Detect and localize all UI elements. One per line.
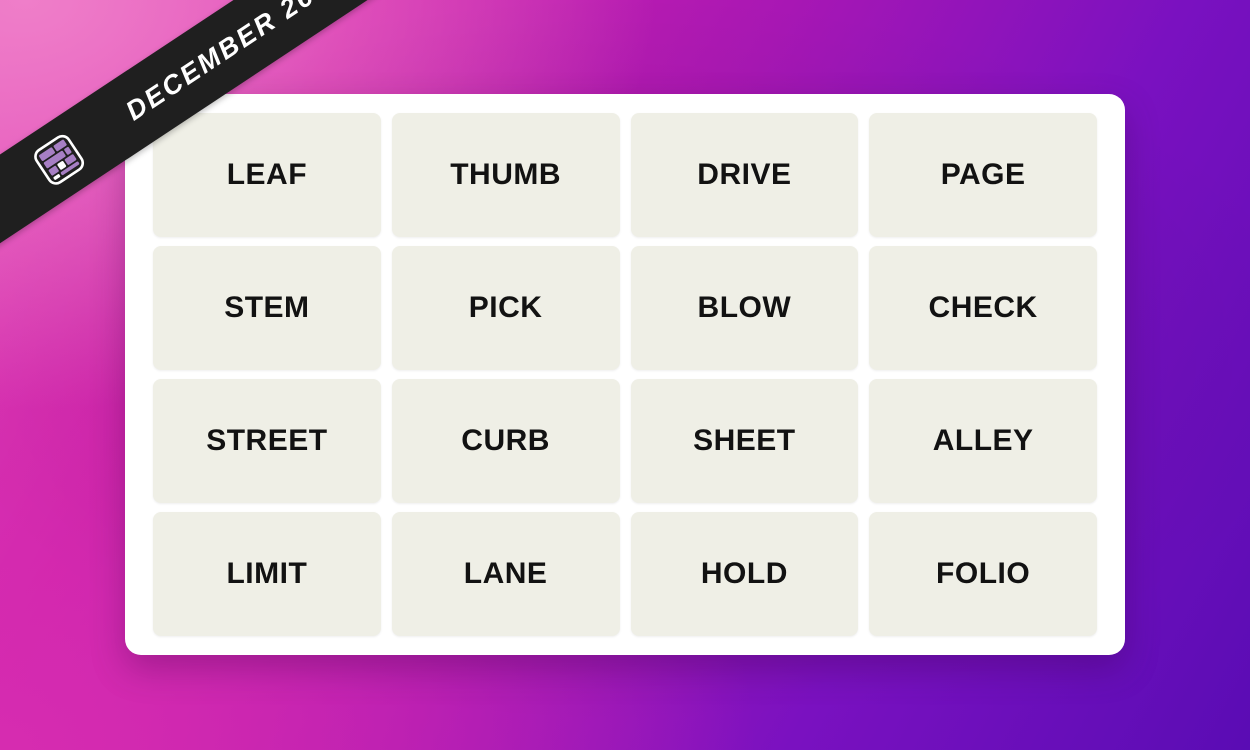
word-tile[interactable]: PICK <box>391 246 620 370</box>
word-tile[interactable]: CURB <box>391 379 620 503</box>
word-tile[interactable]: BLOW <box>630 246 859 370</box>
word-tile-label: PICK <box>468 291 543 324</box>
word-tile[interactable]: LEAF <box>153 113 381 237</box>
word-tile-label: LANE <box>463 557 548 590</box>
word-tile-label: BLOW <box>697 291 792 324</box>
word-tile[interactable]: THUMB <box>391 113 620 237</box>
word-tile[interactable]: HOLD <box>630 512 859 636</box>
word-tile[interactable]: LIMIT <box>153 512 381 636</box>
word-tile-label: HOLD <box>700 557 788 590</box>
puzzle-screen: LEAF THUMB DRIVE PAGE STEM PICK BLOW CHE… <box>0 0 1250 750</box>
word-tile[interactable]: LANE <box>391 512 620 636</box>
word-tile-label: LIMIT <box>226 557 308 590</box>
word-tile-label: DRIVE <box>697 158 792 191</box>
word-tile[interactable]: ALLEY <box>869 379 1097 503</box>
word-tile-label: STEM <box>224 291 310 324</box>
word-tile[interactable]: CHECK <box>869 246 1097 370</box>
word-tile-label: CHECK <box>928 291 1038 324</box>
word-tile-label: THUMB <box>450 158 562 191</box>
word-grid: LEAF THUMB DRIVE PAGE STEM PICK BLOW CHE… <box>153 113 1097 636</box>
word-tile[interactable]: STREET <box>153 379 381 503</box>
word-tile[interactable]: SHEET <box>630 379 859 503</box>
word-tile-label: LEAF <box>226 158 308 191</box>
word-tile-label: FOLIO <box>936 557 1031 590</box>
word-tile-label: PAGE <box>940 158 1026 191</box>
word-tile[interactable]: DRIVE <box>630 113 859 237</box>
word-tile-label: CURB <box>461 424 550 457</box>
word-tile-label: STREET <box>206 424 328 457</box>
word-tile[interactable]: PAGE <box>869 113 1097 237</box>
puzzle-card: LEAF THUMB DRIVE PAGE STEM PICK BLOW CHE… <box>125 94 1125 655</box>
word-tile-label: SHEET <box>693 424 796 457</box>
word-tile[interactable]: FOLIO <box>869 512 1097 636</box>
word-tile[interactable]: STEM <box>153 246 381 370</box>
word-tile-label: ALLEY <box>932 424 1034 457</box>
